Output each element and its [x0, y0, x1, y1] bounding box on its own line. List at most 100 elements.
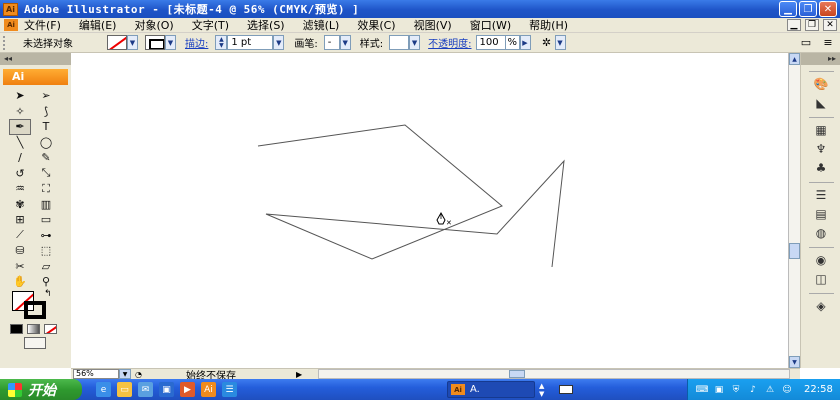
hand-tool-icon[interactable]: ✋ [9, 274, 31, 290]
fill-dropdown[interactable]: ▼ [127, 35, 138, 50]
doc-close-button[interactable]: ✕ [823, 19, 837, 31]
stroke-box[interactable] [24, 301, 46, 319]
control-bar-menu-icon[interactable]: ≡ [820, 35, 836, 49]
doc-minimize-button[interactable]: ▁ [787, 19, 801, 31]
paintbrush-tool-icon[interactable]: ∕ [9, 150, 31, 166]
menu-filter[interactable]: 滤镜(L) [303, 17, 340, 33]
brush-dropdown[interactable]: ▼ [339, 35, 351, 50]
document-setup-icon[interactable]: ▭ [798, 35, 814, 49]
swatches-panel-icon[interactable]: ▦ [809, 121, 833, 138]
eyedropper-tool-icon[interactable]: ⟋ [9, 228, 31, 244]
taskbar-scroll[interactable]: ▲ ▼ [539, 381, 549, 398]
brushes-panel-icon[interactable]: ♆ [809, 140, 833, 157]
style-dropdown[interactable]: ▼ [409, 35, 421, 50]
zoom-tool-icon[interactable]: ⚲ [35, 274, 57, 290]
scale-tool-icon[interactable]: ⤡ [35, 166, 57, 182]
language-bar-icon[interactable]: ⌨ [696, 384, 709, 396]
messenger-icon[interactable]: ☺ [781, 384, 793, 396]
menu-select[interactable]: 选择(S) [247, 17, 285, 33]
start-button[interactable]: 开始 [0, 379, 82, 400]
artboard-nav-icon[interactable]: ◔ [135, 370, 142, 379]
menu-window[interactable]: 窗口(W) [470, 17, 511, 33]
horizontal-scrollbar[interactable] [318, 369, 790, 379]
menu-object[interactable]: 对象(O) [134, 17, 173, 33]
slice-tool-icon[interactable]: ✂ [9, 259, 31, 275]
artwork-svg[interactable]: ✕ [71, 53, 800, 368]
opacity-dropdown[interactable]: ▶ [519, 35, 531, 50]
illustrator-task-button[interactable]: Ai A. [447, 381, 535, 398]
opacity-field[interactable]: 100 [475, 35, 506, 50]
rotate-tool-icon[interactable]: ↺ [9, 166, 31, 182]
appearance-panel-icon[interactable]: ◉ [809, 251, 833, 268]
screen-mode-button[interactable] [24, 337, 46, 349]
illustrator-quicklaunch-icon[interactable]: Ai [201, 382, 216, 397]
minimize-button[interactable]: ▁ [779, 1, 797, 17]
none-mode-icon[interactable] [44, 324, 57, 334]
tools-panel-header[interactable]: ◂◂ [0, 53, 71, 65]
stroke-color-swatch[interactable] [145, 35, 165, 50]
live-paint-bucket-tool-icon[interactable]: ⛁ [9, 243, 31, 259]
folder-icon[interactable]: ▭ [117, 382, 132, 397]
symbol-sprayer-tool-icon[interactable]: ✾ [9, 197, 31, 213]
zoom-dropdown[interactable]: ▼ [119, 369, 131, 379]
stroke-panel-icon[interactable]: ☰ [809, 186, 833, 203]
pencil-tool-icon[interactable]: ✎ [35, 150, 57, 166]
close-button[interactable]: ✕ [819, 1, 837, 17]
zoom-field[interactable]: 56% [73, 369, 119, 379]
selection-tool-icon[interactable]: ➤ [9, 88, 31, 104]
mesh-tool-icon[interactable]: ⊞ [9, 212, 31, 228]
update-icon[interactable]: ⚠ [764, 384, 776, 396]
stroke-weight-field[interactable]: 1 pt [227, 35, 274, 50]
ellipse-tool-icon[interactable]: ◯ [35, 135, 57, 151]
opacity-label[interactable]: 不透明度: [428, 35, 471, 50]
gradient-panel-icon[interactable]: ▤ [809, 205, 833, 222]
network-icon[interactable]: ▣ [713, 384, 725, 396]
menu-edit[interactable]: 编辑(E) [79, 17, 117, 33]
style-swatch[interactable] [389, 35, 410, 50]
swap-fill-stroke-icon[interactable]: ↰ [44, 289, 52, 299]
menu-help[interactable]: 帮助(H) [529, 17, 568, 33]
menu-type[interactable]: 文字(T) [192, 17, 229, 33]
type-tool-icon[interactable]: T [35, 119, 57, 135]
recolor-dropdown[interactable]: ▼ [554, 35, 566, 50]
stroke-dropdown[interactable]: ▼ [165, 35, 176, 50]
stroke-label[interactable]: 描边: [185, 35, 208, 50]
scroll-up-arrow[interactable]: ▲ [789, 53, 800, 65]
column-graph-tool-icon[interactable]: ▥ [35, 197, 57, 213]
line-segment-tool-icon[interactable]: ╲ [9, 135, 31, 151]
brush-field[interactable]: - [323, 35, 340, 50]
lasso-tool-icon[interactable]: ⟆ [35, 104, 57, 120]
stroke-weight-dropdown[interactable]: ▼ [273, 35, 285, 50]
color-panel-icon[interactable]: 🎨 [809, 75, 833, 92]
show-desktop-icon[interactable]: ▣ [159, 382, 174, 397]
recolor-artwork-icon[interactable]: ✲ [539, 36, 555, 50]
horizontal-scroll-thumb[interactable] [509, 370, 526, 378]
media-player-icon[interactable]: ▶ [180, 382, 195, 397]
document-icon[interactable]: Ai [4, 19, 18, 31]
vertical-scrollbar[interactable]: ▲ ▼ [788, 53, 800, 368]
gradient-mode-icon[interactable] [27, 324, 40, 334]
blend-tool-icon[interactable]: ⊶ [35, 228, 57, 244]
pen-tool-icon[interactable]: ✒ [9, 119, 31, 135]
warp-tool-icon[interactable]: ♒ [9, 181, 31, 197]
email-icon[interactable]: ✉ [138, 382, 153, 397]
scroll-down-arrow[interactable]: ▼ [789, 356, 800, 368]
window-switch-icon[interactable]: ☰ [222, 382, 237, 397]
menu-view[interactable]: 视图(V) [414, 17, 452, 33]
graphic-styles-panel-icon[interactable]: ◫ [809, 270, 833, 287]
color-guide-icon[interactable]: ◣ [809, 94, 833, 111]
color-mode-icon[interactable] [10, 324, 23, 334]
doc-restore-button[interactable]: ❐ [805, 19, 819, 31]
vertical-scroll-thumb[interactable] [789, 243, 800, 259]
fill-color-swatch[interactable] [107, 35, 127, 50]
volume-icon[interactable]: ♪ [747, 384, 759, 396]
eraser-tool-icon[interactable]: ▱ [35, 259, 57, 275]
gradient-tool-icon[interactable]: ▭ [35, 212, 57, 228]
menu-effect[interactable]: 效果(C) [357, 17, 395, 33]
stroke-weight-stepper[interactable]: ▲ ▼ [215, 35, 228, 50]
symbols-panel-icon[interactable]: ♣ [809, 159, 833, 176]
input-method-icon[interactable] [559, 385, 573, 394]
control-bar-grip[interactable] [3, 35, 7, 50]
live-paint-selection-tool-icon[interactable]: ⬚ [35, 243, 57, 259]
magic-wand-tool-icon[interactable]: ✧ [9, 104, 31, 120]
